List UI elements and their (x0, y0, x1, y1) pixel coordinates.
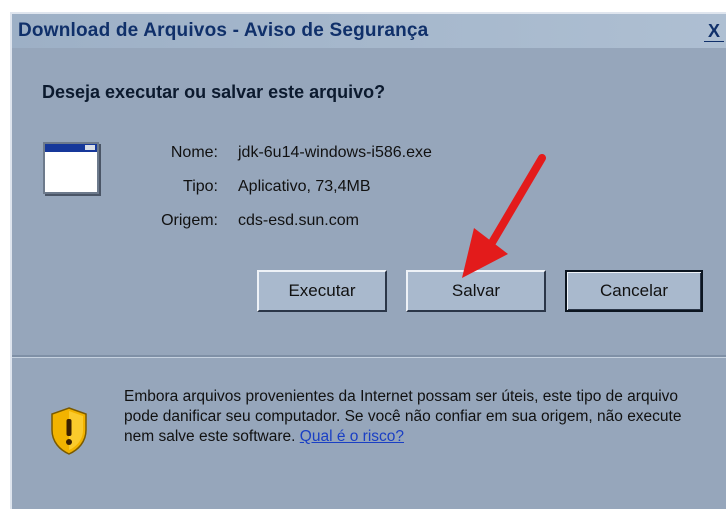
file-type-value: Aplicativo, 73,4MB (238, 178, 371, 195)
security-shield-icon (51, 407, 87, 455)
file-origin-label: Origem: (161, 212, 218, 229)
cancel-button[interactable]: Cancelar (565, 270, 703, 312)
file-name-value: jdk-6u14-windows-i586.exe (238, 144, 432, 161)
title-bar[interactable]: Download de Arquivos - Aviso de Seguranç… (12, 14, 726, 48)
red-arrow-icon (462, 154, 546, 278)
section-divider (12, 355, 726, 358)
file-type-label: Tipo: (183, 178, 218, 195)
risk-info-link[interactable]: Qual é o risco? (300, 428, 404, 445)
run-button[interactable]: Executar (257, 270, 387, 312)
file-name-label: Nome: (170, 144, 218, 161)
warning-message: Embora arquivos provenientes da Internet… (124, 387, 714, 447)
save-button[interactable]: Salvar (406, 270, 546, 312)
security-warning-dialog: Download de Arquivos - Aviso de Seguranç… (10, 12, 726, 509)
dialog-question: Deseja executar ou salvar este arquivo? (42, 82, 386, 102)
window-title: Download de Arquivos - Aviso de Seguranç… (18, 20, 429, 41)
file-origin-value: cds-esd.sun.com (238, 212, 359, 229)
close-button[interactable]: X (704, 21, 724, 42)
application-window-icon (43, 142, 99, 194)
